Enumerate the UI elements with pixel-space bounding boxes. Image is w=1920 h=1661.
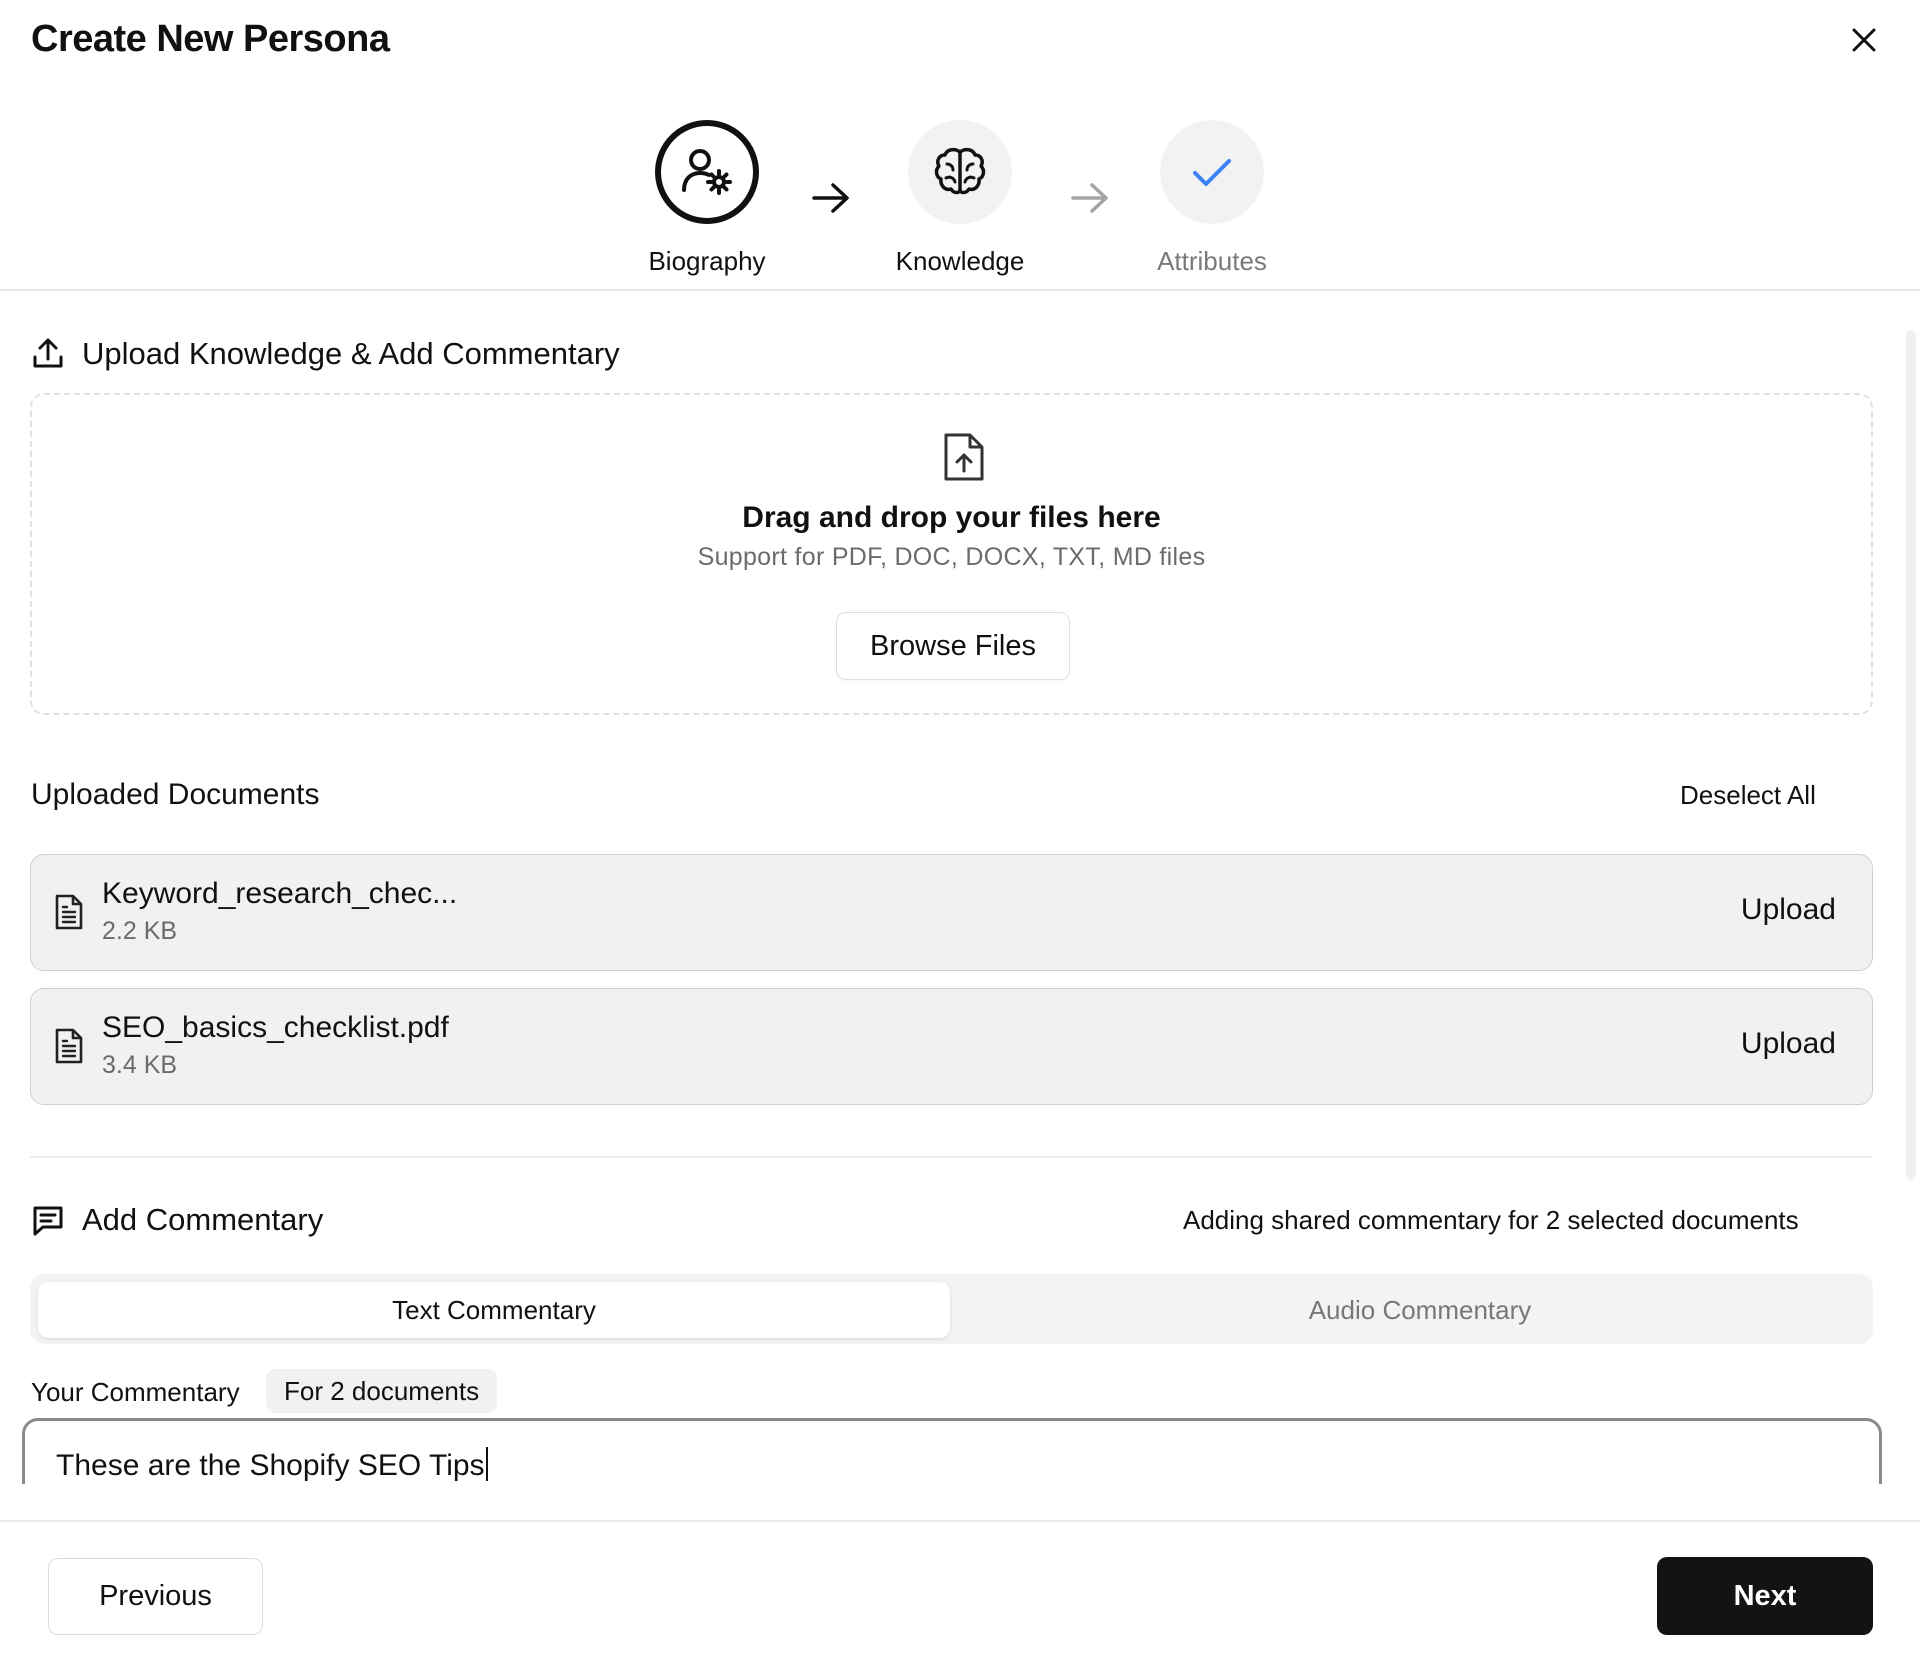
- document-count-badge: For 2 documents: [266, 1369, 498, 1413]
- arrow-right-icon: [1071, 183, 1108, 213]
- scrollbar[interactable]: [1906, 330, 1916, 1180]
- browse-files-button[interactable]: Browse Files: [836, 612, 1070, 680]
- commentary-text: These are the Shopify SEO Tips: [56, 1449, 485, 1482]
- document-upload-button[interactable]: Upload: [1741, 1027, 1836, 1061]
- step-knowledge[interactable]: Knowledge: [860, 120, 1060, 277]
- step-label-attributes: Attributes: [1157, 246, 1267, 276]
- document-icon: [55, 1028, 83, 1064]
- dropzone-title: Drag and drop your files here: [742, 501, 1161, 534]
- step-circle-knowledge: [908, 120, 1012, 224]
- document-icon: [55, 894, 83, 930]
- dropzone-subtitle: Support for PDF, DOC, DOCX, TXT, MD file…: [697, 543, 1206, 571]
- header-divider: [0, 289, 1920, 291]
- step-attributes[interactable]: Attributes: [1112, 120, 1312, 277]
- step-circle-biography: [655, 120, 759, 224]
- document-upload-button[interactable]: Upload: [1741, 893, 1836, 927]
- document-row[interactable]: SEO_basics_checklist.pdf 3.4 KB Upload: [30, 988, 1873, 1105]
- step-circle-attributes: [1160, 120, 1264, 224]
- dialog-header: Create New Persona: [0, 0, 1920, 80]
- shared-commentary-note: Adding shared commentary for 2 selected …: [1183, 1205, 1799, 1235]
- step-label-knowledge: Knowledge: [895, 246, 1025, 276]
- deselect-all-button[interactable]: Deselect All: [1680, 780, 1816, 811]
- text-caret: [485, 1447, 488, 1481]
- close-button[interactable]: [1846, 22, 1882, 58]
- document-name: SEO_basics_checklist.pdf: [102, 1011, 449, 1044]
- step-label-biography: Biography: [648, 246, 766, 276]
- stepper: Biography Knowledge Attributes: [0, 120, 1920, 290]
- file-upload-icon: [944, 433, 984, 481]
- commentary-tabs: Text Commentary Audio Commentary: [30, 1274, 1873, 1344]
- uploaded-documents-title: Uploaded Documents: [31, 778, 320, 811]
- tab-text-commentary[interactable]: Text Commentary: [38, 1282, 950, 1338]
- previous-button[interactable]: Previous: [48, 1558, 263, 1635]
- commentary-textarea[interactable]: These are the Shopify SEO Tips: [22, 1418, 1882, 1484]
- file-dropzone[interactable]: Drag and drop your files here Support fo…: [30, 393, 1873, 715]
- commentary-field-viewport: These are the Shopify SEO Tips: [22, 1418, 1882, 1484]
- commentary-field-label: Your Commentary: [31, 1377, 240, 1407]
- page-title: Create New Persona: [31, 18, 390, 60]
- commentary-section-title: Add Commentary: [30, 1202, 323, 1238]
- document-row[interactable]: Keyword_research_chec... 2.2 KB Upload: [30, 854, 1873, 971]
- comment-icon: [30, 1202, 66, 1238]
- tab-audio-commentary[interactable]: Audio Commentary: [980, 1282, 1860, 1338]
- close-icon: [1852, 28, 1876, 52]
- arrow-right-icon: [812, 183, 849, 213]
- document-size: 3.4 KB: [102, 1051, 178, 1079]
- user-gear-icon: [682, 149, 732, 195]
- step-biography[interactable]: Biography: [607, 120, 807, 277]
- dialog-footer: Previous Next: [0, 1520, 1920, 1661]
- upload-icon: [30, 336, 66, 372]
- document-name: Keyword_research_chec...: [102, 877, 458, 910]
- brain-icon: [934, 147, 986, 195]
- upload-section-title-text: Upload Knowledge & Add Commentary: [82, 336, 620, 371]
- commentary-section-title-text: Add Commentary: [82, 1202, 324, 1237]
- next-button[interactable]: Next: [1657, 1557, 1873, 1635]
- section-divider: [30, 1156, 1873, 1158]
- document-size: 2.2 KB: [102, 917, 178, 945]
- check-icon: [1193, 159, 1231, 186]
- upload-section-title: Upload Knowledge & Add Commentary: [30, 336, 620, 372]
